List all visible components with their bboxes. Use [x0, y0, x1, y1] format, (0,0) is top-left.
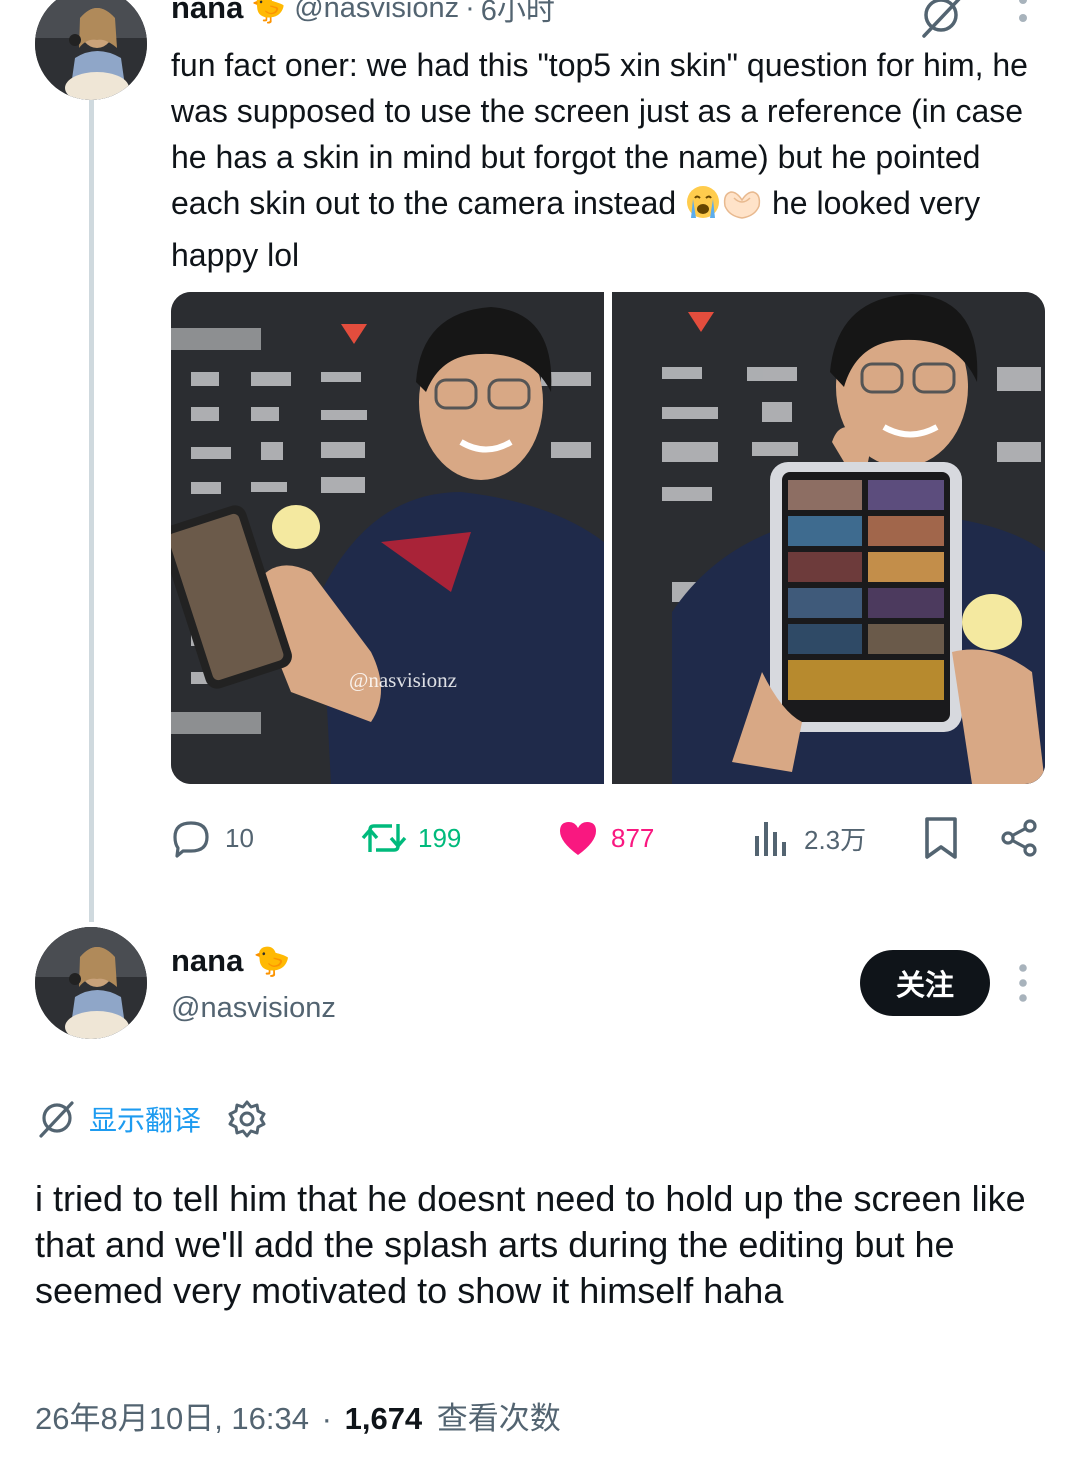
- thread-line: [89, 100, 94, 922]
- separator-dot: ·: [321, 1401, 332, 1436]
- retweet-button[interactable]: 199: [360, 816, 461, 860]
- more-icon[interactable]: [1016, 964, 1030, 1002]
- author-name[interactable]: nana: [171, 943, 243, 979]
- timestamp[interactable]: 6小时: [481, 0, 555, 29]
- share-icon: [1001, 819, 1037, 857]
- crying-emoji: [685, 184, 721, 232]
- author-handle[interactable]: @nasvisionz: [171, 992, 336, 1025]
- views-count: 2.3万: [804, 824, 867, 855]
- bookmark-icon: [925, 817, 957, 859]
- retweet-count: 199: [418, 822, 462, 853]
- tweet-meta: 26年8月10日, 16:34 · 1,674 查看次数: [35, 1393, 561, 1438]
- heart-hands-emoji: [721, 186, 763, 232]
- reply-count: 10: [225, 822, 254, 853]
- like-icon: [560, 822, 596, 855]
- quoted-tweet-text: fun fact oner: we had this "top5 xin ski…: [171, 42, 1051, 278]
- reply-icon: [173, 821, 209, 858]
- main-author-row: nana 🐤: [171, 940, 291, 982]
- separator-dot: ·: [465, 0, 475, 24]
- watermark: @nasvisionz: [349, 668, 457, 692]
- media-image-left[interactable]: @nasvisionz: [171, 292, 604, 784]
- media-image-right[interactable]: [612, 292, 1045, 784]
- translate-row: 显示翻译: [36, 1096, 267, 1142]
- avatar[interactable]: [35, 927, 147, 1039]
- chick-emoji: 🐤: [251, 0, 287, 24]
- author-handle[interactable]: @nasvisionz: [294, 0, 459, 25]
- author-name[interactable]: nana: [171, 0, 243, 26]
- views-icon: [755, 822, 786, 856]
- more-icon[interactable]: [1016, 0, 1030, 36]
- views-label: 查看次数: [436, 1401, 561, 1436]
- main-tweet-text: i tried to tell him that he doesnt need …: [35, 1178, 1026, 1311]
- follow-button[interactable]: 关注: [860, 950, 990, 1016]
- share-button[interactable]: [1000, 816, 1040, 860]
- quoted-header: nana 🐤 @nasvisionz · 6小时: [171, 0, 555, 28]
- views-button[interactable]: 2.3万: [752, 816, 866, 860]
- gear-icon[interactable]: [227, 1099, 267, 1139]
- like-count: 877: [611, 822, 655, 853]
- bookmark-button[interactable]: [922, 816, 960, 860]
- tweet-date[interactable]: 26年8月10日, 16:34: [35, 1401, 309, 1436]
- translate-icon[interactable]: [36, 1099, 76, 1139]
- like-button[interactable]: 877: [557, 816, 654, 860]
- reply-button[interactable]: 10: [171, 816, 254, 860]
- view-count: 1,674: [344, 1401, 423, 1436]
- translate-icon[interactable]: [918, 0, 964, 40]
- show-translation-link[interactable]: 显示翻译: [89, 1099, 201, 1139]
- chick-emoji: 🐤: [253, 944, 291, 978]
- avatar[interactable]: [35, 0, 147, 100]
- retweet-icon: [361, 824, 407, 852]
